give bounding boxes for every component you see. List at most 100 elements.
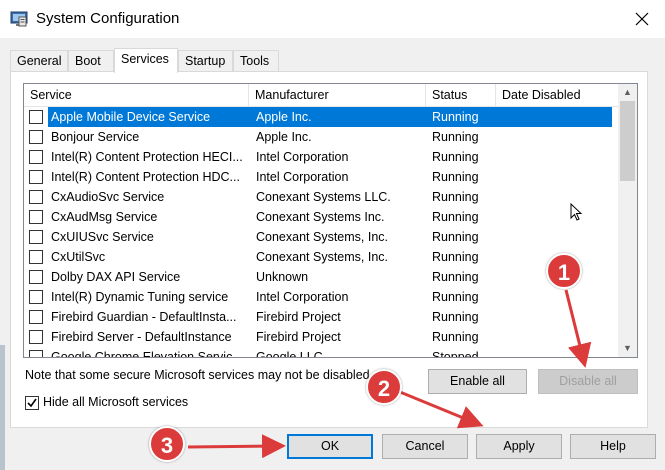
table-row[interactable]: Firebird Server - DefaultInstance Firebi… (24, 327, 619, 347)
service-name: Intel(R) Content Protection HDC... (51, 170, 240, 184)
close-icon (635, 12, 649, 26)
scroll-up-icon[interactable]: ▲ (618, 84, 637, 101)
service-manufacturer: Unknown (256, 270, 309, 284)
service-status: Running (432, 250, 479, 264)
service-status: Running (432, 210, 479, 224)
cancel-button[interactable]: Cancel (382, 434, 468, 459)
table-row[interactable]: Intel(R) Dynamic Tuning service Intel Co… (24, 287, 619, 307)
service-manufacturer: Google LLC (256, 350, 323, 358)
services-list[interactable]: Service Manufacturer Status Date Disable… (23, 83, 638, 358)
list-rows: Apple Mobile Device Service Apple Inc. R… (24, 107, 619, 358)
secure-services-note: Note that some secure Microsoft services… (25, 368, 374, 382)
hide-ms-label: Hide all Microsoft services (43, 395, 189, 409)
table-row[interactable]: Bonjour Service Apple Inc. Running (24, 127, 619, 147)
apply-button[interactable]: Apply (476, 434, 562, 459)
row-checkbox[interactable] (29, 150, 43, 164)
service-status: Running (432, 310, 479, 324)
service-status: Running (432, 110, 479, 124)
service-manufacturer: Conexant Systems, Inc. (256, 230, 389, 244)
row-checkbox[interactable] (29, 210, 43, 224)
service-status: Running (432, 290, 479, 304)
row-checkbox[interactable] (29, 170, 43, 184)
row-checkbox[interactable] (29, 230, 43, 244)
service-status: Running (432, 150, 479, 164)
service-name: CxAudMsg Service (51, 210, 158, 224)
tab-general[interactable]: General (10, 50, 68, 72)
service-manufacturer: Intel Corporation (256, 150, 349, 164)
row-checkbox[interactable] (29, 270, 43, 284)
arrow-to-ok (187, 434, 286, 459)
service-name: Google Chrome Elevation Servic... (51, 350, 243, 358)
table-row[interactable]: CxAudMsg Service Conexant Systems Inc. R… (24, 207, 619, 227)
table-row[interactable]: Dolby DAX API Service Unknown Running (24, 267, 619, 287)
enable-all-button[interactable]: Enable all (428, 369, 527, 394)
tab-tools[interactable]: Tools (233, 50, 279, 72)
service-name: Intel(R) Dynamic Tuning service (51, 290, 229, 304)
row-checkbox[interactable] (29, 290, 43, 304)
service-manufacturer: Apple Inc. (256, 110, 312, 124)
service-manufacturer: Conexant Systems LLC. (256, 190, 391, 204)
checkmark-icon (27, 398, 37, 408)
table-row[interactable]: Firebird Guardian - DefaultInsta... Fire… (24, 307, 619, 327)
step-badge-3: 3 (149, 426, 185, 462)
table-row[interactable]: Intel(R) Content Protection HECI... Inte… (24, 147, 619, 167)
table-row[interactable]: Intel(R) Content Protection HDC... Intel… (24, 167, 619, 187)
ok-button[interactable]: OK (287, 434, 373, 459)
table-row[interactable]: Google Chrome Elevation Servic... Google… (24, 347, 619, 358)
service-name: Dolby DAX API Service (51, 270, 181, 284)
column-header-manufacturer[interactable]: Manufacturer (249, 84, 426, 107)
row-checkbox[interactable] (29, 130, 43, 144)
table-row[interactable]: CxUIUSvc Service Conexant Systems, Inc. … (24, 227, 619, 247)
service-manufacturer: Intel Corporation (256, 290, 349, 304)
mouse-cursor-icon (570, 203, 583, 221)
row-checkbox[interactable] (29, 250, 43, 264)
service-status: Running (432, 130, 479, 144)
scroll-down-icon[interactable]: ▼ (618, 340, 637, 357)
column-header-status[interactable]: Status (426, 84, 496, 107)
window-title: System Configuration (36, 10, 180, 27)
service-status: Stopped (432, 350, 479, 358)
service-name: Apple Mobile Device Service (51, 110, 211, 124)
service-manufacturer: Firebird Project (256, 310, 341, 324)
service-name: CxUIUSvc Service (51, 230, 154, 244)
service-status: Running (432, 330, 479, 344)
service-manufacturer: Conexant Systems, Inc. (256, 250, 389, 264)
step-badge-1: 1 (546, 253, 582, 289)
table-row[interactable]: CxUtilSvc Conexant Systems, Inc. Running (24, 247, 619, 267)
row-checkbox[interactable] (29, 350, 43, 357)
step-badge-2: 2 (366, 369, 402, 405)
service-status: Running (432, 270, 479, 284)
service-status: Running (432, 190, 479, 204)
column-header-service[interactable]: Service (24, 84, 249, 107)
column-header-date-disabled[interactable]: Date Disabled (496, 84, 619, 107)
row-checkbox[interactable] (29, 190, 43, 204)
close-button[interactable] (619, 0, 665, 38)
service-manufacturer: Intel Corporation (256, 170, 349, 184)
service-manufacturer: Conexant Systems Inc. (256, 210, 385, 224)
tab-startup[interactable]: Startup (178, 50, 233, 72)
service-status: Running (432, 170, 479, 184)
row-checkbox[interactable] (29, 330, 43, 344)
left-edge-strip (0, 345, 5, 470)
vertical-scrollbar[interactable]: ▲ ▼ (618, 84, 637, 357)
service-name: Intel(R) Content Protection HECI... (51, 150, 243, 164)
table-row[interactable]: CxAudioSvc Service Conexant Systems LLC.… (24, 187, 619, 207)
disable-all-button[interactable]: Disable all (538, 369, 638, 394)
list-header: Service Manufacturer Status Date Disable… (24, 84, 619, 107)
table-row[interactable]: Apple Mobile Device Service Apple Inc. R… (24, 107, 619, 127)
title-bar: System Configuration (0, 0, 665, 38)
service-name: Firebird Server - DefaultInstance (51, 330, 232, 344)
hide-ms-checkbox[interactable] (25, 396, 39, 410)
msconfig-icon (10, 10, 28, 28)
help-button[interactable]: Help (570, 434, 656, 459)
service-name: Firebird Guardian - DefaultInsta... (51, 310, 237, 324)
service-name: CxAudioSvc Service (51, 190, 165, 204)
row-checkbox[interactable] (29, 110, 43, 124)
scrollbar-thumb[interactable] (620, 101, 635, 181)
service-name: Bonjour Service (51, 130, 140, 144)
tab-boot[interactable]: Boot (68, 50, 114, 72)
tab-services[interactable]: Services (114, 48, 178, 73)
service-status: Running (432, 230, 479, 244)
service-manufacturer: Firebird Project (256, 330, 341, 344)
row-checkbox[interactable] (29, 310, 43, 324)
